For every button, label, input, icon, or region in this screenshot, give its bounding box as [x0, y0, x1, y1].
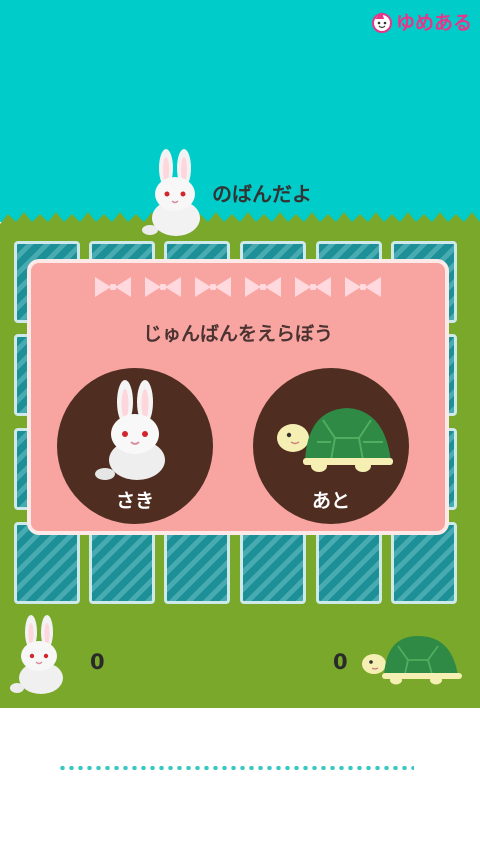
bow-icon: [345, 277, 381, 297]
rabbit-icon: [142, 149, 200, 236]
app-logo[interactable]: ゆめある: [371, 8, 472, 35]
second-player-label: あと: [311, 490, 350, 512]
first-player-label: さき: [115, 490, 154, 512]
bow-icon: [195, 277, 231, 297]
turtle-icon: [362, 636, 462, 685]
ribbon-decoration: [31, 275, 445, 299]
logo-face-icon: [371, 11, 392, 33]
rabbit-icon: [95, 380, 165, 480]
second-player-button[interactable]: あと: [253, 368, 409, 524]
dialog-title: じゅんばんをえらぼう: [142, 323, 333, 345]
instruction-text: 先手、後手をきめて: [68, 723, 411, 764]
logo-text: ゆめある: [395, 12, 472, 34]
first-player-button[interactable]: さき: [57, 368, 213, 524]
turn-label: のばんだよ: [212, 182, 312, 206]
turtle-score: 0: [333, 650, 348, 674]
rabbit-score: 0: [90, 650, 105, 674]
bow-icon: [95, 277, 131, 297]
bow-icon: [145, 277, 181, 297]
bow-icon: [295, 277, 331, 297]
rabbit-icon: [10, 615, 63, 694]
order-dialog: じゅんばんをえらぼう さき あと: [27, 259, 449, 535]
turtle-icon: [277, 408, 393, 472]
dotted-divider: [58, 766, 414, 770]
bow-icon: [245, 277, 281, 297]
